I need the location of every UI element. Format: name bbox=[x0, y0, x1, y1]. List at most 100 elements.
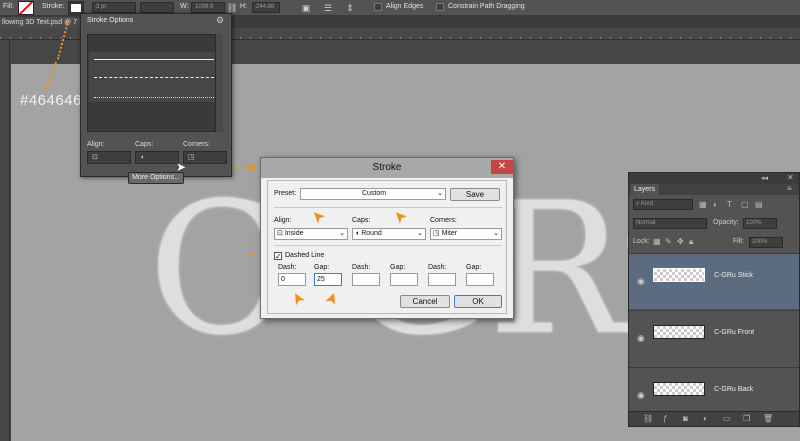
arrowhead-icon: ▸ bbox=[250, 158, 258, 174]
dash-label-3: Dash: bbox=[428, 264, 447, 271]
caps-round-icon: ◖ bbox=[140, 154, 145, 161]
close-icon[interactable]: ✕ bbox=[787, 173, 794, 182]
height-field[interactable]: 244.88 bbox=[252, 2, 280, 13]
save-button[interactable]: Save bbox=[450, 188, 500, 201]
align-dropdown[interactable]: ⊡ bbox=[87, 151, 131, 164]
adjustment-layer-icon[interactable]: ◐ bbox=[703, 414, 708, 423]
corners-select[interactable]: ◳ Miter ⌄ bbox=[430, 228, 502, 240]
stroke-preset-scrollbar[interactable] bbox=[215, 34, 223, 132]
link-layers-icon[interactable]: ⛓ bbox=[643, 414, 653, 423]
h-label: H: bbox=[240, 3, 247, 10]
filter-pixel-icon[interactable]: ▦ bbox=[699, 200, 707, 209]
gap-input-2[interactable] bbox=[390, 273, 418, 286]
opacity-label: Opacity: bbox=[713, 219, 739, 226]
width-field[interactable]: 1039.9 bbox=[191, 2, 225, 13]
path-arrangement-icon[interactable]: ⇕ bbox=[344, 2, 356, 14]
gap-input-3[interactable] bbox=[466, 273, 494, 286]
eye-icon[interactable]: ◉ bbox=[637, 333, 645, 344]
lock-position-icon[interactable]: ✥ bbox=[677, 237, 684, 246]
layer-row[interactable]: ◉ C-GRu Front bbox=[629, 310, 799, 366]
caps-label: Caps: bbox=[352, 217, 371, 224]
fx-icon[interactable]: ƒ bbox=[663, 414, 667, 423]
align-edges-checkbox[interactable] bbox=[374, 3, 382, 11]
stroke-type-dropdown[interactable] bbox=[140, 2, 174, 13]
stroke-preset-solid[interactable] bbox=[94, 59, 214, 60]
align-inside-icon: ⊡ bbox=[92, 154, 98, 161]
layer-name: C-GRu Stick bbox=[714, 272, 753, 279]
fill-swatch[interactable] bbox=[18, 1, 34, 15]
caps-label: Caps: bbox=[135, 141, 154, 148]
preset-dropdown[interactable]: Custom ⌄ bbox=[300, 188, 446, 200]
layers-footer: ⛓ ƒ ◙ ◐ ▭ ❐ 🗑︎ bbox=[629, 411, 799, 426]
panel-menu-icon[interactable]: ≡ bbox=[787, 184, 792, 193]
dash-input-3[interactable] bbox=[428, 273, 456, 286]
layer-name: C-GRu Front bbox=[714, 329, 755, 336]
chevron-down-icon: ⌄ bbox=[417, 230, 423, 237]
preset-label: Preset: bbox=[274, 190, 297, 197]
filter-shape-icon[interactable]: ▢ bbox=[741, 200, 749, 209]
collapse-icon[interactable]: ◂◂ bbox=[761, 174, 768, 182]
divider bbox=[274, 207, 502, 208]
path-operations-icon[interactable]: ▣ bbox=[300, 2, 312, 14]
filter-kind-dropdown[interactable]: ⌕ Kind bbox=[633, 199, 693, 210]
caps-dropdown[interactable]: ◖ bbox=[135, 151, 179, 164]
corners-label: Corners: bbox=[183, 141, 210, 148]
tab-layers[interactable]: Layers bbox=[631, 184, 659, 195]
dialog-title: Stroke bbox=[372, 162, 402, 173]
caps-select[interactable]: ◖ Round ⌄ bbox=[352, 228, 426, 240]
eye-icon[interactable]: ◉ bbox=[637, 390, 645, 401]
layer-name: C-GRu Back bbox=[714, 386, 754, 393]
filter-smart-object-icon[interactable]: ▤ bbox=[755, 200, 763, 209]
stroke-preset-dashed[interactable] bbox=[94, 77, 214, 78]
layer-thumbnail bbox=[653, 268, 705, 282]
stroke-width-field[interactable]: 3 pt bbox=[92, 2, 136, 13]
align-value: Inside bbox=[284, 230, 304, 237]
stroke-preset-dotted[interactable] bbox=[94, 97, 214, 98]
layer-row[interactable]: ◉ C-GRu Stick bbox=[629, 253, 799, 309]
gear-icon[interactable]: ⚙ bbox=[216, 15, 224, 26]
align-select[interactable]: ⊡ Inside ⌄ bbox=[274, 228, 348, 240]
layer-thumbnail bbox=[653, 325, 705, 339]
opacity-field[interactable]: 100% bbox=[743, 218, 777, 229]
align-inside-icon: ⊡ bbox=[277, 230, 285, 237]
hex-color-annotation: #464646 bbox=[20, 92, 82, 109]
corners-miter-icon: ◳ bbox=[433, 230, 442, 237]
blend-mode-dropdown[interactable]: Normal bbox=[633, 218, 707, 229]
divider bbox=[274, 245, 502, 246]
layer-thumbnail bbox=[653, 382, 705, 396]
constrain-path-checkbox[interactable] bbox=[436, 3, 444, 11]
lock-pixels-icon[interactable]: ✎ bbox=[665, 237, 672, 246]
corners-label: Corners: bbox=[430, 217, 457, 224]
chevron-down-icon: ⌄ bbox=[339, 230, 345, 237]
constrain-path-label: Constrain Path Dragging bbox=[448, 3, 525, 10]
corners-dropdown[interactable]: ◳ bbox=[183, 151, 227, 164]
fill-label: Fill: bbox=[733, 238, 744, 245]
dashed-line-checkbox[interactable]: ✓ bbox=[274, 252, 282, 261]
close-icon[interactable]: ✕ bbox=[491, 160, 513, 174]
stroke-options-title: Stroke Options bbox=[87, 17, 134, 24]
fill-field[interactable]: 100% bbox=[749, 237, 783, 248]
layers-panel: ◂◂ ✕ Layers ≡ ⌕ Kind ▦ ◐ T ▢ ▤ Normal Op… bbox=[628, 172, 800, 427]
lock-transparent-icon[interactable]: ▦ bbox=[653, 237, 661, 246]
cancel-button[interactable]: Cancel bbox=[400, 295, 450, 308]
ok-button[interactable]: OK bbox=[454, 295, 502, 308]
gap-label-1: Gap: bbox=[314, 264, 330, 271]
eye-icon[interactable]: ◉ bbox=[637, 276, 645, 287]
new-group-icon[interactable]: ▭ bbox=[723, 414, 731, 423]
filter-adjustment-icon[interactable]: ◐ bbox=[713, 200, 718, 209]
corners-value: Miter bbox=[441, 230, 458, 237]
document-tab[interactable]: llowing 3D Text.psd @ 7 bbox=[0, 17, 90, 28]
dash-input-2[interactable] bbox=[352, 273, 380, 286]
lock-all-icon[interactable]: 🔒︎ bbox=[689, 237, 693, 247]
caps-value: Round bbox=[361, 230, 382, 237]
dash-input-1[interactable]: 0 bbox=[278, 273, 306, 286]
stroke-preset-list[interactable] bbox=[87, 34, 223, 132]
trash-icon[interactable]: 🗑︎ bbox=[763, 414, 773, 423]
layer-row[interactable]: ◉ C-GRu Back bbox=[629, 367, 799, 411]
gap-input-1[interactable]: 25 bbox=[314, 273, 342, 286]
new-layer-icon[interactable]: ❐ bbox=[743, 414, 750, 423]
filter-type-icon[interactable]: T bbox=[727, 200, 732, 209]
add-mask-icon[interactable]: ◙ bbox=[683, 414, 688, 423]
w-label: W: bbox=[180, 3, 189, 10]
path-alignment-icon[interactable]: ☰ bbox=[322, 2, 334, 14]
